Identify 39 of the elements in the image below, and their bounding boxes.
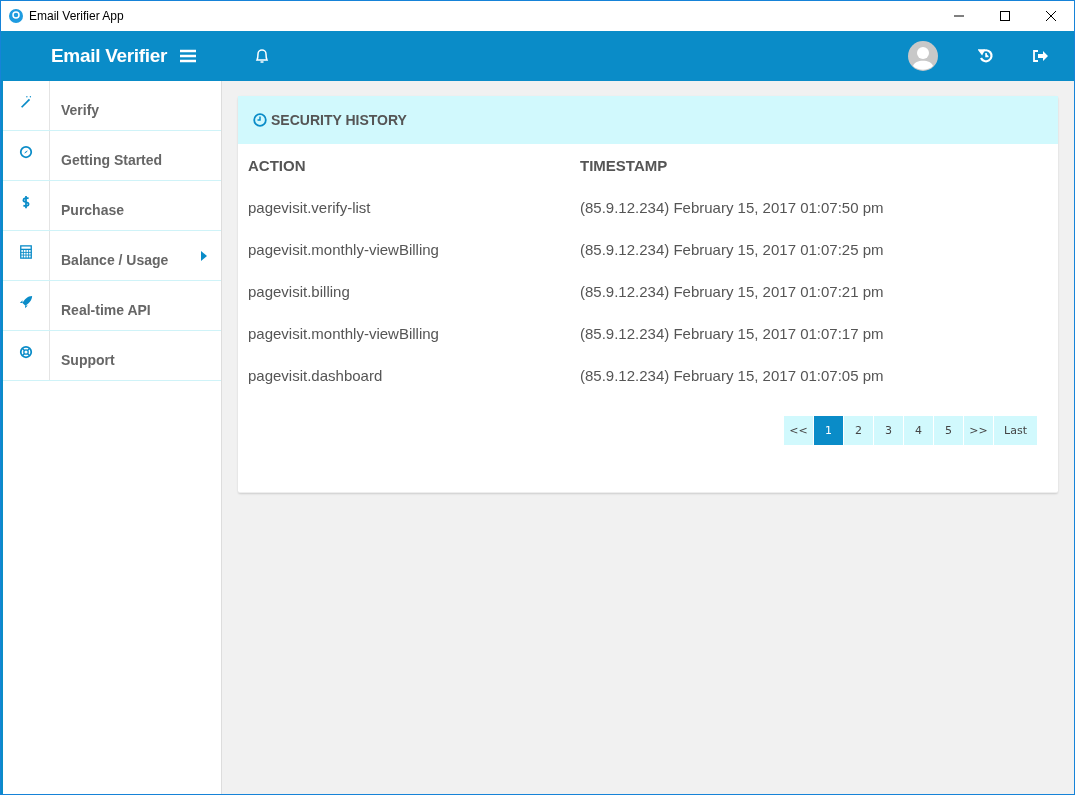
table-cell-text: (85.9.12.234) February 15, 2017 01:07:05 pm xyxy=(580,365,885,386)
maximize-icon[interactable] xyxy=(1000,11,1010,21)
table-cell: pagevisit.verify-list xyxy=(248,186,580,228)
avatar-icon[interactable] xyxy=(908,41,938,71)
calculator-icon xyxy=(19,245,33,259)
column-header: TIMESTAMP xyxy=(580,155,669,176)
table-cell: pagevisit.billing xyxy=(248,270,580,312)
sidebar-item[interactable]: Getting Started xyxy=(3,131,221,181)
sidebar-item[interactable]: Support xyxy=(3,331,221,381)
wand-icon xyxy=(19,95,33,109)
compass-icon xyxy=(19,145,33,159)
page-button[interactable]: 2 xyxy=(844,416,874,445)
clock-icon xyxy=(253,113,267,127)
page-button[interactable]: 3 xyxy=(874,416,904,445)
life-ring-icon xyxy=(19,345,33,359)
table-cell-text: (85.9.12.234) February 15, 2017 01:07:21 pm xyxy=(580,281,885,302)
page-button[interactable]: Last xyxy=(994,416,1037,445)
column-header: ACTION xyxy=(248,144,580,186)
table-cell: pagevisit.dashboard xyxy=(248,354,580,396)
close-icon[interactable] xyxy=(1046,11,1056,21)
table-cell: pagevisit.monthly-viewBilling xyxy=(248,312,580,354)
table-cell-text: (85.9.12.234) February 15, 2017 01:07:17 pm xyxy=(580,323,885,344)
page-button[interactable]: 5 xyxy=(934,416,964,445)
table-cell-text: (85.9.12.234) February 15, 2017 01:07:50 pm xyxy=(580,197,885,218)
sidebar-item[interactable]: Verify xyxy=(3,81,221,131)
sidebar-item[interactable]: Real-time API xyxy=(3,281,221,331)
sidebar-item[interactable]: Balance / Usage xyxy=(3,231,221,281)
rocket-icon xyxy=(19,295,33,309)
page-button[interactable]: 1 xyxy=(814,416,844,445)
page-button[interactable]: >> xyxy=(964,416,994,445)
page-button[interactable]: 4 xyxy=(904,416,934,445)
table-cell: pagevisit.monthly-viewBilling xyxy=(248,228,580,270)
window-title: Email Verifier App xyxy=(29,9,125,23)
app-brand: Email Verifier xyxy=(51,45,168,67)
table-cell-text: (85.9.12.234) February 15, 2017 01:07:25 pm xyxy=(580,239,885,260)
page-button[interactable]: << xyxy=(784,416,814,445)
sidebar-item[interactable]: Purchase xyxy=(3,181,221,231)
app-logo-icon xyxy=(9,9,23,23)
panel-title: SECURITY HISTORY xyxy=(271,112,407,128)
